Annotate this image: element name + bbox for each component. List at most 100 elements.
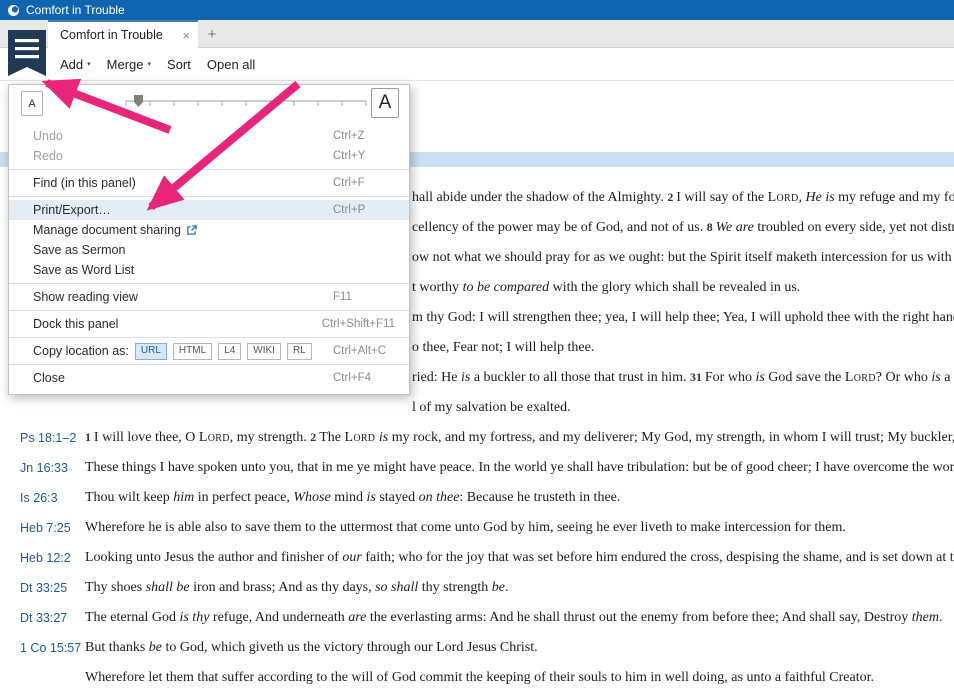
menu-item-label: Dock this panel xyxy=(33,317,119,331)
verse-text: a buckler to all those that trust in him… xyxy=(470,370,691,385)
menu-item-label: Find (in this panel) xyxy=(33,176,136,190)
menu-item-copy-location-as[interactable]: Copy location as: URL HTML L4 WIKI RL Ctrl+Alt… xyxy=(9,341,409,361)
menu-item-print-export[interactable]: Print/Export… Ctrl+P xyxy=(9,200,409,220)
font-size-slider-thumb[interactable] xyxy=(134,95,143,107)
verse-text: is xyxy=(378,430,389,445)
passage-row[interactable]: Heb 7:25 Wherefore he is able also to sav… xyxy=(0,513,954,543)
passage-reference[interactable]: Dt 33:27 xyxy=(0,611,85,625)
passage-reference[interactable]: 1 Co 15:57 xyxy=(0,641,85,655)
verse-number: 31 xyxy=(690,370,705,384)
divine-name: Lord xyxy=(767,190,799,205)
menu-item-find-in-this-panel[interactable]: Find (in this panel) Ctrl+F xyxy=(9,173,409,193)
passage-row[interactable]: Ps 18:1–2 1 I will love thee, O Lord, my … xyxy=(0,423,954,453)
menu-item-shortcut: Ctrl+Z xyxy=(333,130,365,142)
tab-label: Comfort in Trouble xyxy=(60,28,163,42)
verse-text: : Because he trusteth in thee. xyxy=(459,490,621,505)
verse-text: my refuge and my fortress: xyxy=(838,190,954,205)
verse-text: . xyxy=(505,580,509,595)
menu-item-label: Save as Word List xyxy=(33,263,135,277)
chevron-down-icon: ▾ xyxy=(87,61,91,68)
menu-item-label: Save as Sermon xyxy=(33,243,126,257)
tab-comfort-in-trouble[interactable]: Comfort in Trouble × xyxy=(48,20,198,48)
passage-text: But thanks be to God, which giveth us th… xyxy=(85,640,954,656)
passage-row[interactable]: l of my salvation be exalted. xyxy=(0,393,954,423)
verse-text: our xyxy=(342,550,362,565)
verse-text: on thee xyxy=(418,490,460,505)
verse-text: the everlasting arms: And he shall thrus… xyxy=(366,610,912,625)
passage-text: Thou wilt keep him in perfect peace, Who… xyxy=(85,490,954,506)
panel-menu-icon[interactable] xyxy=(8,30,46,76)
verse-text: thy strength xyxy=(418,580,492,595)
sort-button[interactable]: Sort xyxy=(167,57,191,72)
verse-text: is thy xyxy=(179,610,210,625)
passage-row[interactable]: Wherefore let them that suffer according… xyxy=(0,663,954,693)
menu-separator xyxy=(9,169,409,170)
verse-text: is xyxy=(460,370,471,385)
font-size-slider[interactable] xyxy=(114,85,372,121)
merge-button[interactable]: Merge ▾ xyxy=(107,57,151,72)
passage-reference[interactable]: Is 26:3 xyxy=(0,491,85,505)
menu-item-shortcut: Ctrl+Alt+C xyxy=(333,345,387,357)
passage-reference[interactable]: Ps 18:1–2 xyxy=(0,431,85,445)
menu-separator xyxy=(9,364,409,365)
verse-text: I will love thee, O xyxy=(93,430,199,445)
verse-text: m thy God: I will strengthen thee; yea, … xyxy=(412,310,954,325)
window-title: Comfort in Trouble xyxy=(26,3,125,17)
verse-text: ried: He xyxy=(412,370,461,385)
new-tab-button[interactable]: + xyxy=(200,20,224,48)
passage-row[interactable]: Jn 16:33 These things I have spoken unto … xyxy=(0,453,954,483)
verse-text: shall be xyxy=(145,580,190,595)
verse-text: The eternal God xyxy=(85,610,180,625)
verse-text: Looking unto Jesus the author and finish… xyxy=(85,550,343,565)
passage-text: l of my salvation be exalted. xyxy=(0,400,954,416)
copy-location-badge-rl[interactable]: RL xyxy=(286,342,312,360)
verse-text: faith; who for the joy that was set befo… xyxy=(361,550,954,565)
menu-item-save-as-sermon[interactable]: Save as Sermon xyxy=(9,240,409,260)
verse-text: ow not what we should pray for as we oug… xyxy=(412,250,954,265)
verse-text: These things I have spoken unto you, tha… xyxy=(85,460,954,475)
passage-row[interactable]: 1 Co 15:57 But thanks be to God, which gi… xyxy=(0,633,954,663)
menu-item-save-as-word-list[interactable]: Save as Word List xyxy=(9,260,409,280)
passage-reference[interactable]: Dt 33:25 xyxy=(0,581,85,595)
passage-reference[interactable]: Heb 7:25 xyxy=(0,521,85,535)
passage-row[interactable]: Is 26:3 Thou wilt keep him in perfect pea… xyxy=(0,483,954,513)
divine-name: Lord xyxy=(344,430,376,445)
menu-separator xyxy=(9,337,409,338)
add-button[interactable]: Add ▾ xyxy=(60,57,91,72)
menu-item-redo: Redo Ctrl+Y xyxy=(9,146,409,166)
copy-location-badge-wiki[interactable]: WIKI xyxy=(247,342,281,360)
increase-font-button[interactable]: A xyxy=(371,88,399,118)
copy-location-badge-html[interactable]: HTML xyxy=(172,342,213,360)
tab-close-icon[interactable]: × xyxy=(182,28,190,43)
menu-item-manage-document-sharing[interactable]: Manage document sharing xyxy=(9,220,409,240)
menu-item-dock-this-panel[interactable]: Dock this panel Ctrl+Shift+F11 xyxy=(9,314,409,334)
verse-text: mind xyxy=(330,490,367,505)
verse-text: be xyxy=(491,580,506,595)
copy-location-badge-l4[interactable]: L4 xyxy=(218,342,242,360)
passage-reference[interactable]: Heb 12:2 xyxy=(0,551,85,565)
verse-text: be xyxy=(148,640,162,655)
verse-text: He is xyxy=(805,190,835,205)
verse-text: o thee, Fear not; I will help thee. xyxy=(412,340,595,355)
verse-text: For who xyxy=(704,370,756,385)
verse-text: , my strength. xyxy=(229,430,311,445)
copy-location-badge-url[interactable]: URL xyxy=(134,342,167,360)
verse-text: iron and brass; And as thy days, xyxy=(189,580,376,595)
menu-separator xyxy=(9,310,409,311)
menu-item-label: Close xyxy=(33,371,65,385)
passage-row[interactable]: Dt 33:25 Thy shoes shall be iron and bras… xyxy=(0,573,954,603)
passage-row[interactable]: Heb 12:2 Looking unto Jesus the author an… xyxy=(0,543,954,573)
menu-item-show-reading-view[interactable]: Show reading view F11 xyxy=(9,287,409,307)
menu-item-close[interactable]: Close Ctrl+F4 xyxy=(9,368,409,388)
add-button-label: Add xyxy=(60,56,84,72)
verse-text: , xyxy=(798,190,806,205)
open-all-button[interactable]: Open all xyxy=(207,57,255,72)
verse-text: a rock s xyxy=(944,370,954,385)
verse-text: in perfect peace, xyxy=(194,490,294,505)
passage-reference[interactable]: Jn 16:33 xyxy=(0,461,85,475)
passage-row[interactable]: Dt 33:27 The eternal God is thy refuge, A… xyxy=(0,603,954,633)
verse-text: is xyxy=(755,370,765,385)
menu-item-label: Undo xyxy=(33,129,63,143)
verse-text: But thanks xyxy=(85,640,149,655)
decrease-font-button[interactable]: A xyxy=(21,91,43,116)
